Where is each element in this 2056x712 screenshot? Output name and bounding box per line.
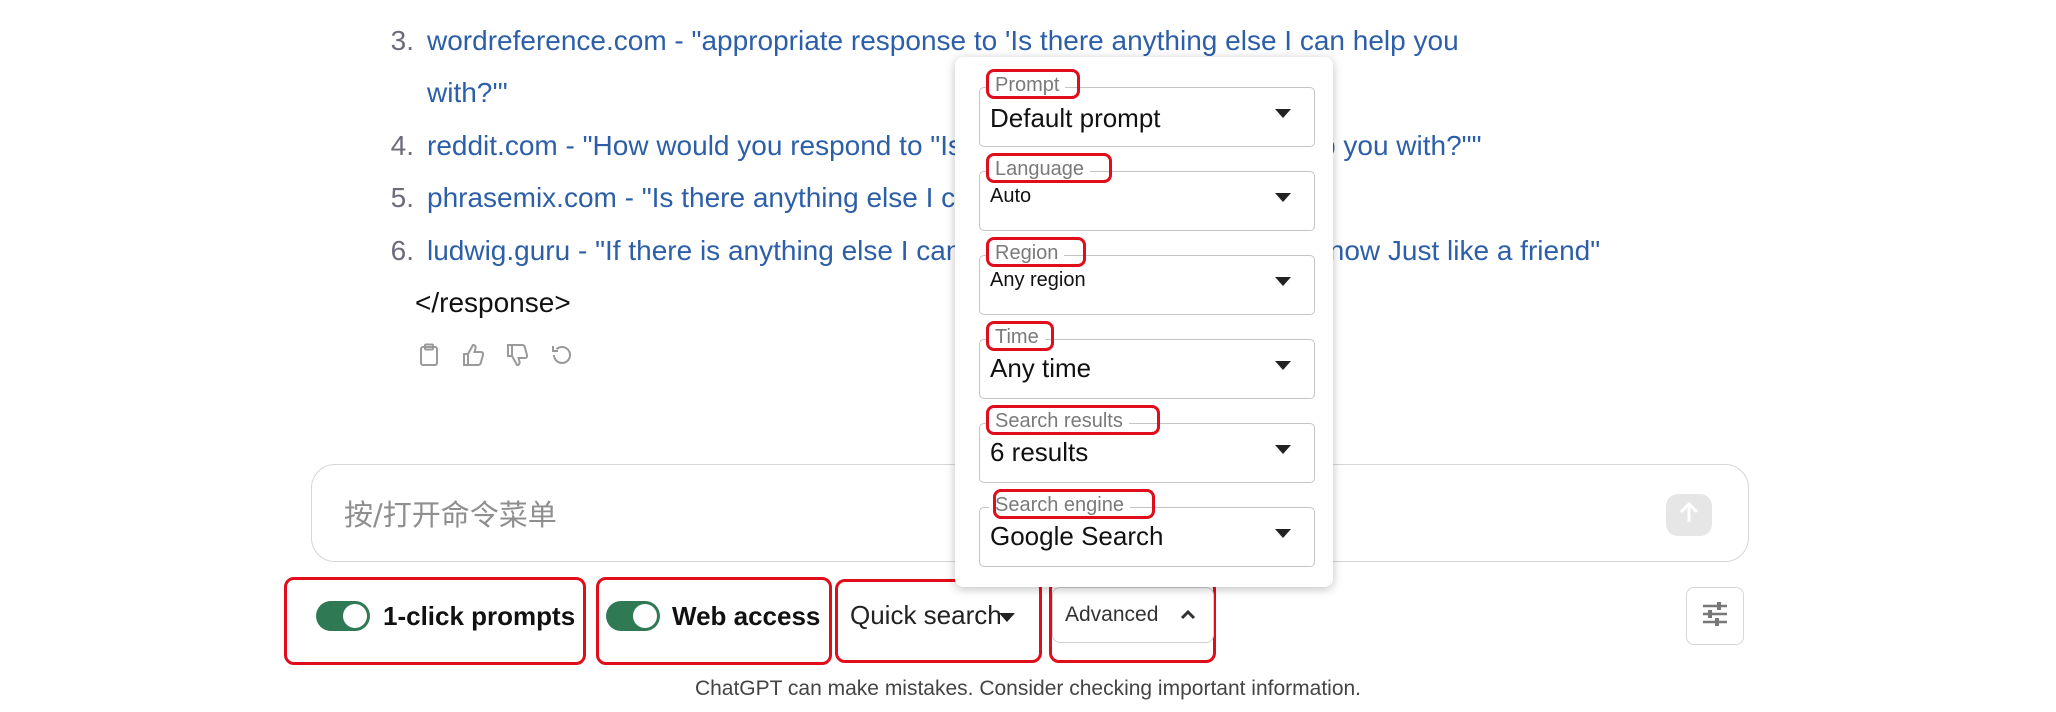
caret-down-icon — [999, 613, 1015, 622]
toggle-knob — [343, 604, 367, 628]
advanced-label: Advanced — [1065, 603, 1159, 626]
field-value: Any time — [990, 353, 1092, 383]
annotation-box — [986, 237, 1086, 267]
field-value: Any region — [990, 269, 1086, 291]
annotation-box — [986, 405, 1160, 435]
toggle-knob — [633, 604, 657, 628]
annotation-box — [993, 489, 1155, 519]
field-value: 6 results — [990, 437, 1089, 467]
clipboard-icon[interactable] — [418, 343, 440, 372]
disclaimer-text: ChatGPT can make mistakes. Consider chec… — [694, 677, 1362, 700]
annotation-box — [986, 153, 1112, 183]
web-access-toggle[interactable] — [606, 601, 660, 631]
list-number: 5. — [390, 182, 414, 213]
quick-search-value: Quick search — [850, 600, 1002, 630]
advanced-search-panel: Prompt Default prompt Language Auto Regi… — [955, 57, 1333, 587]
regenerate-icon[interactable] — [550, 343, 572, 372]
sliders-icon — [1700, 599, 1730, 634]
annotation-box — [986, 69, 1080, 99]
field-value: Default prompt — [990, 103, 1161, 133]
one-click-prompts-label: 1-click prompts — [383, 601, 576, 631]
caret-down-icon — [1275, 445, 1291, 454]
list-number: 4. — [390, 130, 414, 161]
caret-down-icon — [1275, 361, 1291, 370]
closing-tag-text: </response> — [415, 287, 571, 318]
quick-search-select[interactable]: Quick search — [850, 600, 1002, 631]
web-access-label: Web access — [672, 601, 821, 631]
list-number: 3. — [390, 25, 414, 56]
field-value: Google Search — [990, 521, 1164, 551]
message-actions — [418, 343, 572, 372]
thumbs-up-icon[interactable] — [462, 343, 485, 372]
list-number: 6. — [390, 235, 414, 266]
caret-down-icon — [1275, 277, 1291, 286]
chevron-up-icon — [1179, 606, 1197, 624]
source-link[interactable]: wordreference.com - "appropriate respons… — [427, 21, 1459, 61]
source-link-continuation[interactable]: with?'" — [427, 73, 508, 113]
caret-down-icon — [1275, 109, 1291, 118]
caret-down-icon — [1275, 529, 1291, 538]
annotation-box — [986, 321, 1054, 351]
arrow-up-icon — [1676, 500, 1702, 531]
one-click-prompts-toggle[interactable] — [316, 601, 370, 631]
settings-button[interactable] — [1686, 587, 1744, 645]
send-button[interactable] — [1666, 494, 1712, 536]
advanced-button[interactable]: Advanced — [1052, 587, 1214, 643]
caret-down-icon — [1275, 193, 1291, 202]
field-value: Auto — [990, 185, 1032, 207]
thumbs-down-icon[interactable] — [506, 343, 529, 372]
